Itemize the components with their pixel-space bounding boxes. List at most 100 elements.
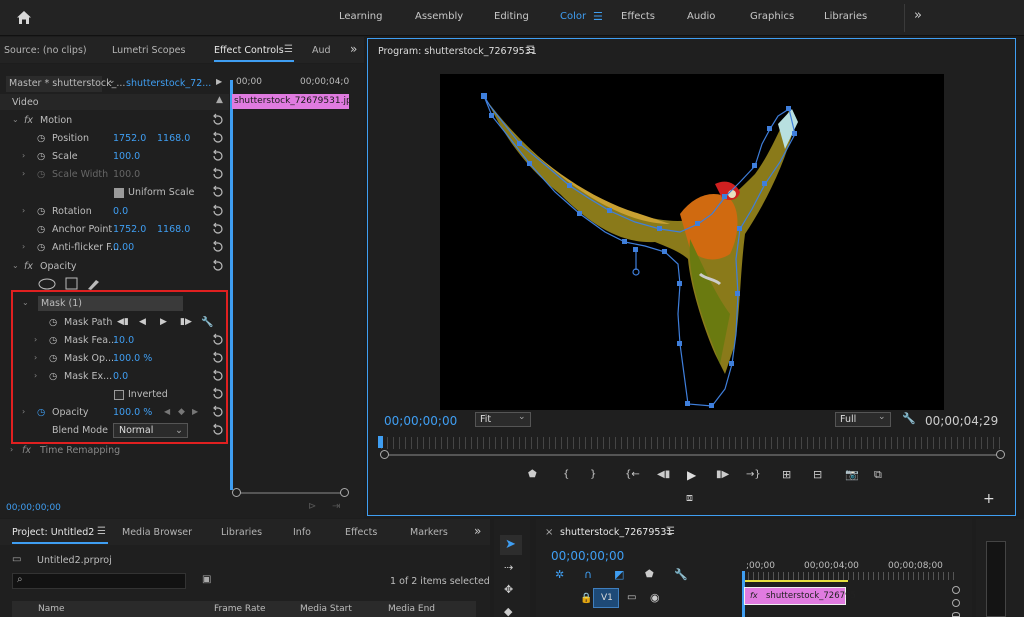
timeline-timecode[interactable]: 00;00;00;00 — [551, 549, 624, 563]
wrench-icon[interactable]: 🔧 — [674, 568, 688, 581]
stopwatch-icon[interactable]: ◷ — [49, 353, 57, 364]
position-y-value[interactable]: 1168.0 — [157, 133, 190, 144]
project-search-input[interactable] — [12, 573, 186, 589]
more-tabs-icon[interactable]: » — [350, 42, 357, 56]
go-to-in-icon[interactable]: {← — [625, 469, 640, 480]
anchor-x-value[interactable]: 1752.0 — [113, 224, 146, 235]
add-marker-icon[interactable]: ⬟ — [528, 469, 537, 480]
collapse-video-icon[interactable]: ▲ — [216, 95, 223, 105]
sequence-tab[interactable]: shutterstock_72679531 — [560, 527, 673, 538]
more-workspaces-icon[interactable]: » — [914, 8, 922, 23]
uniform-scale-checkbox[interactable] — [114, 188, 124, 198]
column-media-start[interactable]: Media Start — [300, 604, 352, 614]
timeline-ruler[interactable] — [743, 572, 955, 580]
motion-row[interactable]: ⌄ fx Motion — [0, 112, 230, 130]
stopwatch-icon[interactable]: ◷ — [49, 335, 57, 346]
column-frame-rate[interactable]: Frame Rate — [214, 604, 266, 614]
anchor-y-value[interactable]: 1168.0 — [157, 224, 190, 235]
track-backward-icon[interactable]: ◀▮ — [117, 317, 129, 327]
track-select-tool-icon[interactable]: ⇢ — [504, 561, 513, 574]
tab-info[interactable]: Info — [293, 527, 311, 538]
workspace-color[interactable]: Color — [560, 11, 586, 22]
ec-playhead[interactable] — [230, 80, 233, 490]
tab-audio[interactable]: Aud — [312, 45, 331, 56]
workspace-audio[interactable]: Audio — [687, 11, 715, 22]
track-forward-icon[interactable]: ▮▶ — [180, 317, 192, 327]
program-playhead[interactable] — [378, 436, 383, 448]
stopwatch-icon[interactable]: ◷ — [37, 151, 45, 162]
video-frame[interactable] — [440, 74, 944, 410]
eye-icon[interactable]: ◉ — [650, 591, 660, 604]
go-to-out-icon[interactable]: →} — [746, 469, 761, 480]
program-zoom-bar[interactable] — [384, 454, 1002, 456]
mask-opacity-value[interactable]: 100.0 % — [113, 353, 152, 364]
mask-row[interactable]: ⌄ Mask (1) — [0, 295, 230, 313]
anti-flicker-value[interactable]: 0.00 — [113, 242, 134, 253]
filter-icon[interactable]: ⊳ — [308, 501, 316, 512]
panel-menu-icon[interactable]: ☰ — [666, 526, 675, 537]
ec-clip-bar[interactable]: shutterstock_72679531.jpg — [232, 94, 349, 109]
workspace-menu-icon[interactable]: ☰ — [593, 10, 603, 23]
reset-icons[interactable] — [211, 112, 225, 447]
multi-camera-icon[interactable]: ⧈ — [686, 491, 693, 505]
track-back-frame-icon[interactable]: ◀ — [139, 317, 146, 327]
workspace-assembly[interactable]: Assembly — [415, 11, 463, 22]
tab-lumetri-scopes[interactable]: Lumetri Scopes — [112, 45, 185, 56]
tab-project[interactable]: Project: Untitled2 — [12, 527, 94, 538]
add-keyframe-icon[interactable]: ◆ — [178, 407, 185, 417]
more-tabs-icon[interactable]: » — [474, 524, 481, 538]
button-editor-icon[interactable]: + — [983, 491, 995, 507]
workspace-effects[interactable]: Effects — [621, 11, 655, 22]
lock-icon[interactable]: 🔒 — [580, 593, 592, 604]
stopwatch-icon[interactable]: ◷ — [49, 317, 57, 328]
time-remapping-row[interactable]: › fx Time Remapping — [0, 442, 230, 460]
next-keyframe-icon[interactable]: ▶ — [192, 407, 198, 416]
mask-feather-value[interactable]: 10.0 — [113, 335, 134, 346]
ripple-edit-tool-icon[interactable]: ✥ — [504, 583, 513, 596]
stopwatch-active-icon[interactable]: ◷ — [37, 407, 45, 418]
tab-effect-controls[interactable]: Effect Controls — [214, 45, 284, 56]
tab-effects[interactable]: Effects — [345, 527, 377, 538]
comparison-view-icon[interactable]: ⧉ — [874, 468, 882, 482]
nest-icon[interactable]: ✲ — [555, 568, 564, 581]
scale-value[interactable]: 100.0 — [113, 151, 140, 162]
stopwatch-icon[interactable]: ◷ — [37, 206, 45, 217]
play-only-clip-icon[interactable]: ▶ — [216, 77, 222, 86]
mask-expansion-value[interactable]: 0.0 — [113, 371, 128, 382]
step-forward-icon[interactable]: ▮▶ — [716, 469, 729, 480]
work-area-bar[interactable] — [743, 580, 848, 582]
stopwatch-icon[interactable]: ◷ — [37, 133, 45, 144]
extract-icon[interactable]: ⊟ — [813, 468, 822, 481]
wrench-icon[interactable]: 🔧 — [902, 412, 916, 425]
razor-tool-icon[interactable]: ◆ — [504, 605, 512, 617]
inverted-checkbox[interactable] — [114, 390, 124, 400]
export-icon[interactable]: ⇥ — [332, 501, 340, 512]
ec-zoom-scrollbar[interactable] — [234, 492, 348, 494]
column-media-end[interactable]: Media End — [388, 604, 435, 614]
panel-menu-icon[interactable]: ☰ — [97, 526, 106, 537]
opacity-section-row[interactable]: ⌄ fx Opacity — [0, 258, 230, 276]
prev-keyframe-icon[interactable]: ◀ — [164, 407, 170, 416]
mark-out-icon[interactable]: } — [590, 469, 596, 480]
linked-selection-icon[interactable]: ◩ — [614, 568, 624, 581]
step-back-icon[interactable]: ◀▮ — [657, 469, 670, 480]
position-x-value[interactable]: 1752.0 — [113, 133, 146, 144]
workspace-editing[interactable]: Editing — [494, 11, 529, 22]
tab-markers[interactable]: Markers — [410, 527, 448, 538]
opacity-value[interactable]: 100.0 % — [113, 407, 152, 418]
stopwatch-icon[interactable]: ◷ — [49, 371, 57, 382]
new-bin-from-search-icon[interactable]: ▣ — [202, 574, 211, 585]
clip-dropdown-chevron-icon[interactable]: ⌄ — [108, 76, 116, 86]
close-icon[interactable]: × — [545, 527, 553, 538]
track-forward-frame-icon[interactable]: ▶ — [160, 317, 167, 327]
home-icon[interactable] — [16, 10, 32, 25]
export-frame-icon[interactable]: 📷 — [845, 468, 859, 481]
clip-selector[interactable]: shutterstock_72... — [126, 78, 211, 89]
stopwatch-icon[interactable]: ◷ — [37, 224, 45, 235]
mark-in-icon[interactable]: { — [563, 469, 569, 480]
column-name[interactable]: Name — [38, 604, 65, 614]
tab-libraries[interactable]: Libraries — [221, 527, 262, 538]
add-marker-icon[interactable]: ⬟ — [645, 569, 654, 580]
workspace-graphics[interactable]: Graphics — [750, 11, 794, 22]
selection-tool-icon[interactable]: ➤ — [505, 537, 516, 552]
